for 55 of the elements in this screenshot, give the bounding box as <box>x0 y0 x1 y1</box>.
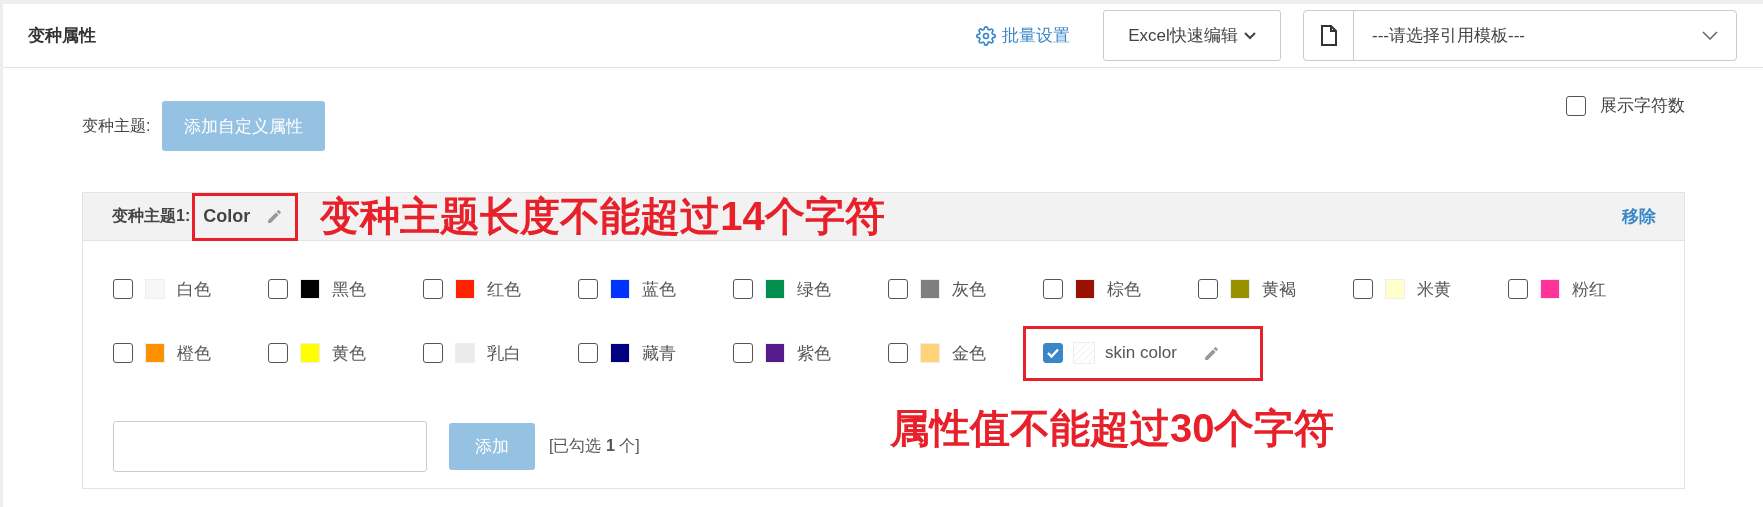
checkbox[interactable] <box>423 279 443 299</box>
option-label: 金色 <box>952 342 986 365</box>
checkbox[interactable] <box>113 343 133 363</box>
option-label: 棕色 <box>1107 278 1141 301</box>
excel-edit-button[interactable]: Excel快速编辑 <box>1103 10 1281 61</box>
option-label: 蓝色 <box>642 278 676 301</box>
pencil-icon[interactable] <box>266 208 284 225</box>
option-label: 藏青 <box>642 342 676 365</box>
option-label: 粉红 <box>1572 278 1606 301</box>
option-label: 紫色 <box>797 342 831 365</box>
chevron-down-icon <box>1243 31 1256 40</box>
option-label: 黑色 <box>332 278 366 301</box>
annotation-text: 属性值不能超过30个字符 <box>890 405 1335 452</box>
checkbox[interactable] <box>578 343 598 363</box>
option-label: 橙色 <box>177 342 211 365</box>
checkbox[interactable] <box>733 343 753 363</box>
field-label: 变种主题: <box>82 115 151 136</box>
document-icon <box>1320 25 1337 46</box>
checkbox[interactable] <box>423 343 443 363</box>
checkbox[interactable] <box>268 279 288 299</box>
option-label: skin color <box>1105 343 1177 363</box>
checkbox[interactable] <box>888 279 908 299</box>
option-label: 黄褐 <box>1262 278 1296 301</box>
theme-name: Color <box>203 206 251 227</box>
checkbox-label: 展示字符数 <box>1600 95 1685 117</box>
option-label: 绿色 <box>797 278 831 301</box>
theme-label: 变种主题1: <box>112 206 191 226</box>
settings-icon <box>976 25 996 46</box>
chevron-down-icon <box>1702 31 1718 40</box>
checkbox[interactable] <box>888 343 908 363</box>
pencil-icon[interactable] <box>1202 344 1220 362</box>
batch-settings-link[interactable]: 批量设置 <box>976 24 1070 47</box>
selected-count: [已勾选 1 个] <box>549 436 640 456</box>
input-field[interactable] <box>113 421 427 472</box>
option-label: 乳白 <box>487 342 521 365</box>
option-label: 米黄 <box>1417 278 1451 301</box>
section-title: 变种属性 <box>28 25 96 47</box>
checkbox[interactable] <box>268 343 288 363</box>
remove-link[interactable]: 移除 <box>1622 205 1656 228</box>
checkbox[interactable] <box>1353 279 1373 299</box>
checkbox[interactable] <box>1043 279 1063 299</box>
annotation-text: 变种主题长度不能超过14个字符 <box>320 193 885 240</box>
option-label: 黄色 <box>332 342 366 365</box>
option-label: 白色 <box>177 278 211 301</box>
template-select[interactable]: ---请选择引用模板--- <box>1303 10 1737 61</box>
option-label: 红色 <box>487 278 521 301</box>
checkbox[interactable] <box>1198 279 1218 299</box>
checkmark-icon <box>1046 346 1060 360</box>
checkbox[interactable] <box>1043 343 1063 363</box>
checkbox[interactable] <box>1508 279 1528 299</box>
checkbox[interactable] <box>578 279 598 299</box>
checkbox[interactable] <box>113 279 133 299</box>
option-label: 灰色 <box>952 278 986 301</box>
checkbox[interactable] <box>733 279 753 299</box>
checkbox[interactable] <box>1566 95 1586 116</box>
